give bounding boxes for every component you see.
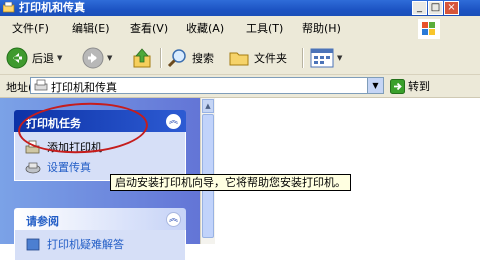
menu-edit[interactable]: 编辑(E) (72, 22, 110, 36)
menu-help[interactable]: 帮助(H) (302, 22, 341, 36)
search-button[interactable]: 搜索 (166, 46, 214, 70)
printer-folder-icon (3, 2, 15, 13)
back-button[interactable]: 后退 ▼ (6, 46, 62, 70)
menu-favorites[interactable]: 收藏(A) (186, 22, 224, 36)
menu-view[interactable]: 查看(V) (130, 22, 168, 36)
tooltip: 启动安装打印机向导，它将帮助您安装打印机。 (110, 174, 351, 191)
windows-logo-icon (418, 19, 440, 39)
collapse-icon[interactable]: ︽ (166, 114, 181, 129)
toolbar-separator (302, 48, 304, 68)
address-value: 打印机和传真 (51, 81, 117, 94)
up-folder-icon (133, 48, 151, 68)
address-input[interactable]: 打印机和传真 ▼ (30, 77, 384, 94)
views-button[interactable]: ▼ (310, 46, 342, 70)
up-folder-button[interactable] (132, 46, 152, 70)
printer-troubleshoot-link[interactable]: 打印机疑难解答 (25, 236, 124, 252)
views-icon (310, 48, 334, 68)
see-also-panel: 请参阅 ︽ 打印机疑难解答 (14, 208, 186, 261)
address-dropdown-button[interactable]: ▼ (367, 78, 383, 93)
window-title: 打印机和传真 (19, 1, 85, 14)
menu-tools[interactable]: 工具(T) (246, 22, 283, 36)
see-also-body: 打印机疑难解答 (14, 230, 186, 261)
address-bar: 地址(D) 打印机和传真 ▼ 转到 (0, 75, 480, 98)
collapse-icon[interactable]: ︽ (166, 212, 181, 227)
menu-file[interactable]: 文件(F) (12, 22, 49, 36)
task-pane-scrollbar[interactable]: ▲ (200, 98, 215, 244)
folder-icon (229, 52, 249, 66)
go-button[interactable]: 转到 (390, 77, 430, 95)
minimize-button[interactable]: _ (412, 1, 427, 15)
search-icon (167, 49, 186, 68)
panel-title: 请参阅 (26, 215, 59, 228)
title-bar[interactable]: 打印机和传真 _ □ × (0, 0, 480, 16)
toolbar-separator (160, 48, 162, 68)
folders-button[interactable]: 文件夹 (228, 46, 287, 70)
chevron-down-icon: ▼ (107, 54, 113, 62)
forward-button[interactable]: ▼ (82, 46, 112, 70)
fax-icon (25, 162, 41, 173)
back-arrow-icon (6, 47, 28, 69)
maximize-button[interactable]: □ (428, 1, 443, 15)
close-button[interactable]: × (444, 1, 459, 15)
forward-arrow-icon (82, 47, 104, 69)
scroll-up-button[interactable]: ▲ (202, 99, 214, 113)
printer-icon (34, 79, 48, 91)
help-book-icon (26, 238, 40, 250)
chevron-down-icon: ▼ (337, 54, 343, 62)
toolbar: 后退 ▼ ▼ 搜索 文件夹 ▼ (0, 42, 480, 75)
menu-bar: 文件(F) 编辑(E) 查看(V) 收藏(A) 工具(T) 帮助(H) (0, 16, 480, 43)
setup-fax-link[interactable]: 设置传真 (25, 159, 91, 175)
chevron-down-icon: ▼ (57, 54, 63, 62)
see-also-header[interactable]: 请参阅 ︽ (14, 208, 186, 230)
go-arrow-icon (390, 78, 405, 94)
